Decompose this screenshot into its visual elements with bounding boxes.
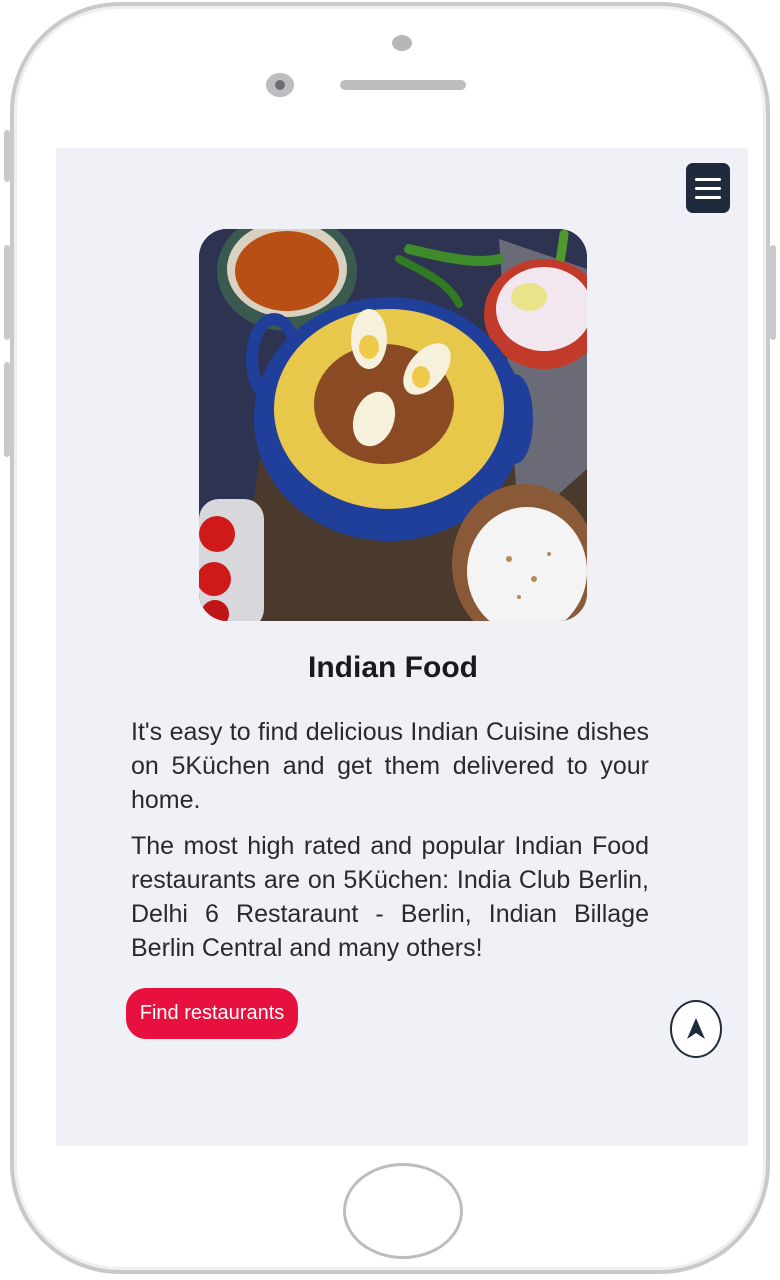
- volume-down-button: [4, 362, 10, 457]
- food-image: [199, 229, 587, 621]
- proximity-sensor: [392, 35, 412, 51]
- intro-paragraph: It's easy to find delicious Indian Cuisi…: [131, 718, 649, 814]
- volume-up-button: [4, 245, 10, 340]
- page-title: Indian Food: [308, 651, 478, 684]
- phone-frame: Indian Food It's easy to find delicious …: [10, 2, 770, 1274]
- home-button[interactable]: [343, 1163, 463, 1259]
- earpiece-speaker: [340, 80, 466, 90]
- hamburger-menu-icon[interactable]: [686, 163, 730, 213]
- find-restaurants-button[interactable]: Find restaurants: [126, 988, 298, 1039]
- restaurants-paragraph: The most high rated and popular Indian F…: [131, 832, 649, 962]
- navigation-arrow-icon[interactable]: [670, 1000, 722, 1058]
- app-screen: Indian Food It's easy to find delicious …: [56, 148, 748, 1146]
- mute-switch: [4, 130, 10, 182]
- front-camera: [266, 73, 294, 97]
- power-button: [770, 245, 776, 340]
